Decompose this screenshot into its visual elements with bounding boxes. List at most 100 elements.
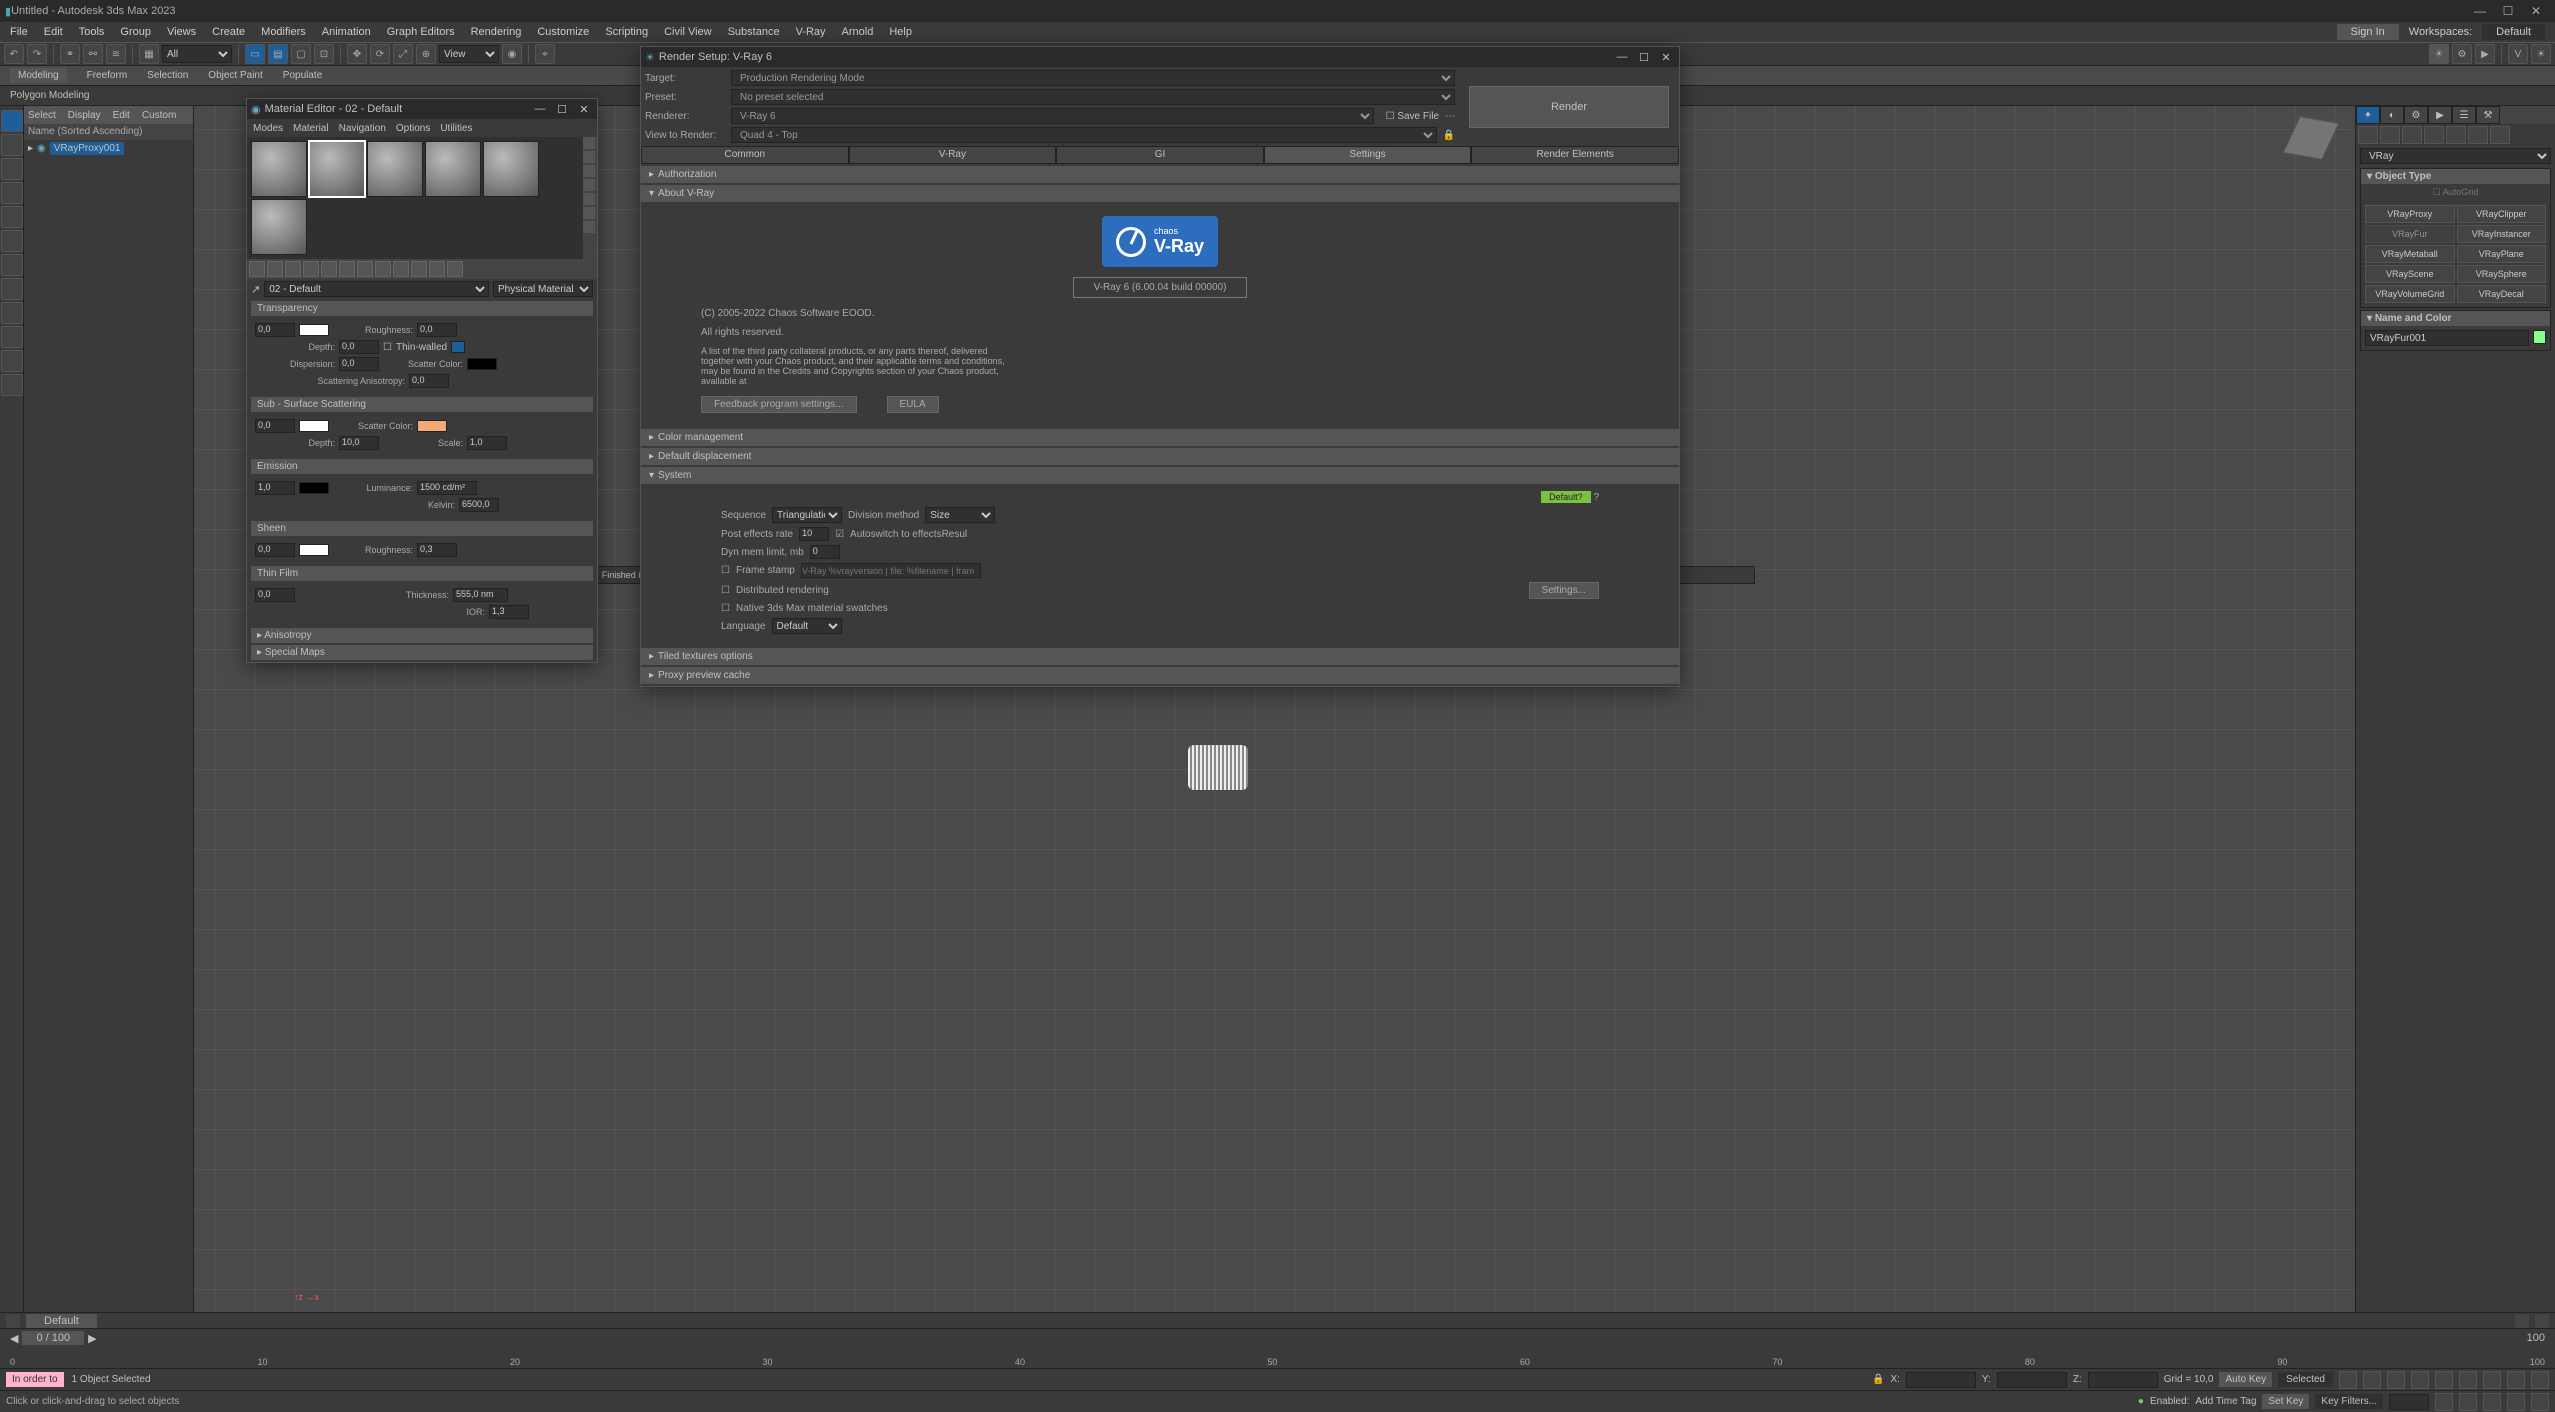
btn-vrayvolumegrid[interactable]: VRayVolumeGrid: [2365, 285, 2455, 303]
rs-minimize[interactable]: —: [1613, 51, 1631, 63]
me-side-icon-5[interactable]: [583, 193, 595, 205]
se-filter-bones[interactable]: [1, 326, 23, 348]
selection-filter[interactable]: All: [162, 45, 232, 63]
view-dropdown[interactable]: Quad 4 - Top: [731, 127, 1437, 143]
btn-vrayscene[interactable]: VRayScene: [2365, 265, 2455, 283]
se-filter-containers[interactable]: [1, 350, 23, 372]
special-rollout[interactable]: ▸ Special Maps: [251, 645, 593, 660]
filter-icon[interactable]: [2515, 1314, 2529, 1328]
menu-views[interactable]: Views: [167, 26, 196, 38]
link-icon[interactable]: ⚭: [60, 44, 80, 64]
z-coord-input[interactable]: [2088, 1372, 2158, 1388]
cat-helpers-icon[interactable]: [2446, 126, 2466, 144]
me-side-icon-7[interactable]: [583, 221, 595, 233]
disp-spinner[interactable]: 0,0: [339, 357, 379, 371]
select-region-icon[interactable]: ▢: [291, 44, 311, 64]
ribbon-objectpaint[interactable]: Object Paint: [208, 70, 262, 81]
about-rollout[interactable]: ▾ About V-Ray: [641, 185, 1679, 202]
btn-vrayplane[interactable]: VRayPlane: [2457, 245, 2547, 263]
me-side-icon-6[interactable]: [583, 207, 595, 219]
list-icon[interactable]: [2535, 1314, 2549, 1328]
cat-systems-icon[interactable]: [2490, 126, 2510, 144]
se-menu-custom[interactable]: Custom: [142, 110, 176, 121]
nav-icon-6[interactable]: [2483, 1393, 2501, 1411]
me-slot-3[interactable]: [367, 141, 423, 197]
em-amount[interactable]: 1,0: [255, 481, 295, 495]
me-maximize[interactable]: ☐: [553, 103, 571, 116]
minimize-button[interactable]: —: [2466, 2, 2494, 20]
me-tb-icon-10[interactable]: [411, 261, 427, 277]
me-slot-2[interactable]: [309, 141, 365, 197]
me-side-icon-2[interactable]: [583, 151, 595, 163]
select-name-icon[interactable]: ▤: [268, 44, 288, 64]
object-name-input[interactable]: [2365, 330, 2529, 346]
me-slotname-input[interactable]: 02 - Default: [264, 281, 489, 297]
framestamp-check[interactable]: ☐: [721, 565, 730, 576]
me-slot-4[interactable]: [425, 141, 481, 197]
me-menu-modes[interactable]: Modes: [253, 123, 283, 134]
sss-scatter-swatch[interactable]: [417, 420, 447, 432]
x-coord-input[interactable]: [1906, 1372, 1976, 1388]
sss-rollout[interactable]: Sub - Surface Scattering: [251, 397, 593, 412]
auth-rollout[interactable]: ▸ Authorization: [641, 166, 1679, 183]
btn-vrayinstancer[interactable]: VRayInstancer: [2457, 225, 2547, 243]
aniso-rollout[interactable]: ▸ Anisotropy: [251, 628, 593, 643]
nav-icon-2[interactable]: [2483, 1371, 2501, 1389]
color-rollout[interactable]: ▸ Color management: [641, 429, 1679, 446]
tf-amount[interactable]: 0,0: [255, 588, 295, 602]
trans-rough[interactable]: 0,0: [417, 323, 457, 337]
menu-substance[interactable]: Substance: [728, 26, 780, 38]
menu-group[interactable]: Group: [120, 26, 151, 38]
object-color-swatch[interactable]: [2533, 330, 2546, 344]
me-tb-icon-7[interactable]: [357, 261, 373, 277]
se-filter-groups[interactable]: [1, 278, 23, 300]
bind-icon[interactable]: ≋: [106, 44, 126, 64]
menu-scripting[interactable]: Scripting: [605, 26, 648, 38]
dr-settings-button[interactable]: Settings...: [1529, 582, 1599, 599]
placement-icon[interactable]: ⊕: [416, 44, 436, 64]
viewcube-icon[interactable]: [2283, 116, 2340, 160]
btn-vrayproxy[interactable]: VRayProxy: [2365, 205, 2455, 223]
keyfilters-button[interactable]: Key Filters...: [2315, 1394, 2383, 1409]
close-button[interactable]: ✕: [2522, 2, 2550, 20]
menu-file[interactable]: File: [10, 26, 28, 38]
se-filter-geometry[interactable]: [1, 134, 23, 156]
rotate-icon[interactable]: ⟳: [370, 44, 390, 64]
se-filter-shapes[interactable]: [1, 158, 23, 180]
me-tb-icon-6[interactable]: [339, 261, 355, 277]
rs-tab-vray[interactable]: V-Ray: [849, 146, 1057, 164]
prev-frame-icon[interactable]: [2363, 1371, 2381, 1389]
nav-icon-7[interactable]: [2507, 1393, 2525, 1411]
maxscript-mini[interactable]: In order to: [6, 1372, 64, 1387]
snap-icon[interactable]: ⌖: [535, 44, 555, 64]
lang-dropdown[interactable]: Default: [772, 618, 842, 634]
render-setup-window[interactable]: ☀ Render Setup: V-Ray 6 — ☐ ✕ Target:Pro…: [640, 46, 1680, 687]
signin-button[interactable]: Sign In: [2337, 24, 2399, 40]
depth-spinner[interactable]: 0,0: [339, 340, 379, 354]
emission-rollout[interactable]: Emission: [251, 459, 593, 474]
autogrid-check[interactable]: ☐ AutoGrid: [2361, 184, 2550, 201]
division-dropdown[interactable]: Size: [925, 507, 995, 523]
tiled-rollout[interactable]: ▸ Tiled textures options: [641, 648, 1679, 665]
next-frame-icon[interactable]: [2411, 1371, 2429, 1389]
sss-depth-spinner[interactable]: 10,0: [339, 436, 379, 450]
cat-lights-icon[interactable]: [2402, 126, 2422, 144]
nav-icon-1[interactable]: [2459, 1371, 2477, 1389]
thinwall-swatch[interactable]: [451, 341, 465, 353]
cp-tab-display[interactable]: ☰: [2452, 106, 2476, 124]
sheen-amount[interactable]: 0,0: [255, 543, 295, 557]
me-tb-icon-3[interactable]: [285, 261, 301, 277]
cp-tab-modify[interactable]: ◐: [2380, 106, 2404, 124]
posteffects-spinner[interactable]: 10: [799, 527, 829, 541]
view-lock-icon[interactable]: 🔒: [1443, 130, 1455, 141]
btn-vrayfur[interactable]: VRayFur: [2365, 225, 2455, 243]
aniso-spinner[interactable]: 0,0: [409, 374, 449, 388]
time-config-icon[interactable]: [2435, 1393, 2453, 1411]
menu-rendering[interactable]: Rendering: [471, 26, 522, 38]
rs-tab-gi[interactable]: GI: [1056, 146, 1264, 164]
se-filter-all[interactable]: [1, 110, 23, 132]
pivot-icon[interactable]: ◉: [502, 44, 522, 64]
rs-close[interactable]: ✕: [1657, 51, 1675, 64]
default-filter-btn[interactable]: Default: [26, 1314, 97, 1328]
cp-tab-motion[interactable]: ▶: [2428, 106, 2452, 124]
